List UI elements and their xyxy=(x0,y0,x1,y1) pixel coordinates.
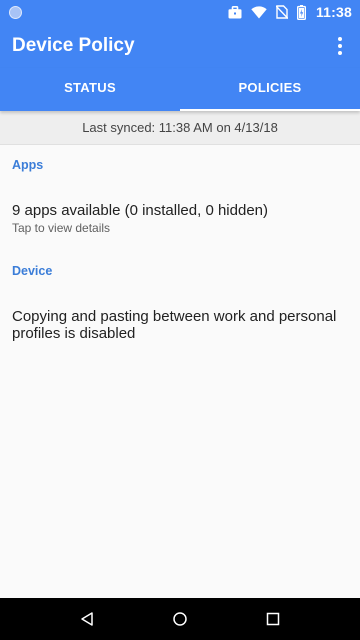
more-vert-icon[interactable] xyxy=(330,34,350,58)
notification-dot-icon xyxy=(9,5,22,19)
device-list-item: Copying and pasting between work and per… xyxy=(12,308,348,342)
tab-status-label: STATUS xyxy=(64,80,116,95)
battery-icon xyxy=(296,4,306,20)
apps-list-item[interactable]: 9 apps available (0 installed, 0 hidden)… xyxy=(12,202,348,235)
tab-indicator xyxy=(180,109,360,111)
device-policy-text: Copying and pasting between work and per… xyxy=(12,308,337,342)
home-icon[interactable] xyxy=(160,599,200,639)
section-header-device: Device xyxy=(12,264,53,278)
status-bar: 11:38 xyxy=(0,0,360,24)
status-time: 11:38 xyxy=(315,4,352,20)
tab-status[interactable]: STATUS xyxy=(0,68,180,111)
navigation-bar xyxy=(0,598,360,640)
app-bar: Device Policy xyxy=(0,24,360,68)
back-icon[interactable] xyxy=(67,599,107,639)
apps-summary: 9 apps available (0 installed, 0 hidden) xyxy=(12,202,269,219)
work-briefcase-icon xyxy=(228,5,242,19)
status-left xyxy=(9,5,22,19)
wifi-icon xyxy=(251,5,267,19)
screen: 11:38 Device Policy STATUS POLICIES Last… xyxy=(0,0,360,640)
sync-banner: Last synced: 11:38 AM on 4/13/18 xyxy=(0,111,360,145)
status-right: 11:38 xyxy=(228,4,352,20)
sync-status-text: Last synced: 11:38 AM on 4/13/18 xyxy=(82,120,278,135)
tab-bar: STATUS POLICIES xyxy=(0,68,360,111)
page-title: Device Policy xyxy=(12,35,135,56)
section-header-apps: Apps xyxy=(12,158,44,172)
recents-icon[interactable] xyxy=(253,599,293,639)
tab-policies-label: POLICIES xyxy=(238,80,302,95)
tab-policies[interactable]: POLICIES xyxy=(180,68,360,111)
apps-details-hint: Tap to view details xyxy=(12,221,111,235)
no-sim-icon xyxy=(275,5,288,19)
